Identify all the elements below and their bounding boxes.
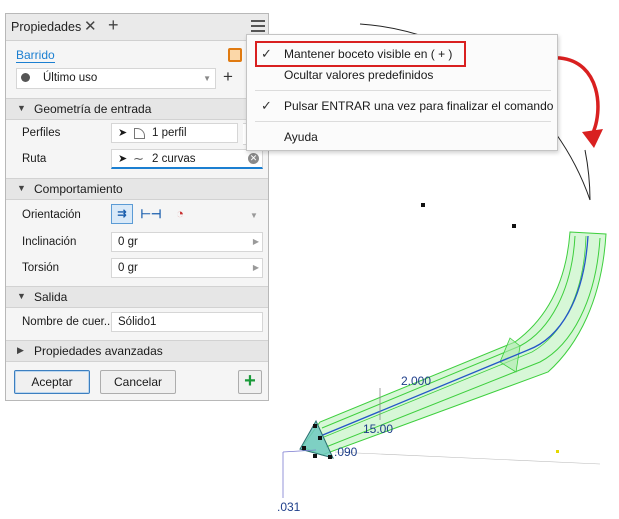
ok-button[interactable]: Aceptar bbox=[14, 370, 90, 394]
add-tab-icon[interactable]: + bbox=[108, 15, 119, 36]
sketch-point bbox=[512, 224, 516, 228]
cancel-button[interactable]: Cancelar bbox=[100, 370, 176, 394]
preset-select[interactable]: Último uso ▼ bbox=[16, 68, 216, 89]
curve-icon: ∼ bbox=[133, 151, 144, 166]
twist-label: Torsión bbox=[22, 262, 60, 274]
clock-icon bbox=[21, 73, 30, 82]
menu-item-label: Pulsar ENTRAR una vez para finalizar el … bbox=[284, 99, 554, 113]
panel-titlebar: Propiedades ✕ + bbox=[6, 14, 268, 41]
sketch-point bbox=[421, 203, 425, 207]
collapse-icon: ▼ bbox=[17, 183, 26, 193]
dimension-length[interactable]: 2.000 bbox=[401, 374, 431, 388]
menu-item-help[interactable]: Ayuda bbox=[247, 126, 557, 148]
menu-icon[interactable] bbox=[251, 20, 265, 32]
chevron-right-icon[interactable]: ▶ bbox=[253, 263, 259, 272]
preset-value: Último uso bbox=[43, 72, 98, 84]
close-icon[interactable]: ✕ bbox=[84, 17, 97, 35]
pointer-icon: ➤ bbox=[118, 127, 128, 139]
clear-icon[interactable]: ✕ bbox=[248, 153, 259, 164]
collapse-icon: ▼ bbox=[17, 103, 26, 113]
feature-link[interactable]: Barrido bbox=[16, 48, 55, 63]
body-name-input[interactable]: Sólido1 bbox=[111, 312, 263, 332]
profiles-value: 1 perfil bbox=[152, 127, 187, 139]
profiles-field[interactable]: ➤ 1 perfil bbox=[111, 123, 238, 143]
profile-shape-icon bbox=[134, 128, 145, 139]
twist-value: 0 gr bbox=[118, 262, 138, 274]
section-behavior[interactable]: ▼ Comportamiento bbox=[6, 178, 268, 200]
expand-icon: ▶ bbox=[17, 345, 24, 355]
properties-panel: Propiedades ✕ + Barrido Último uso ▼ + ▼… bbox=[5, 13, 269, 401]
dimension-small[interactable]: .031 bbox=[277, 500, 300, 514]
highlight-box bbox=[255, 41, 466, 67]
check-icon: ✓ bbox=[261, 98, 272, 113]
chevron-down-icon[interactable]: ▼ bbox=[250, 211, 258, 220]
chevron-down-icon: ▼ bbox=[203, 74, 211, 83]
profiles-label: Perfiles bbox=[22, 127, 61, 139]
dimension-angle[interactable]: 15.00 bbox=[363, 422, 393, 436]
taper-label: Inclinación bbox=[22, 236, 77, 248]
menu-divider bbox=[255, 121, 551, 122]
section-label: Geometría de entrada bbox=[34, 102, 152, 116]
apply-add-button[interactable]: + bbox=[238, 370, 262, 394]
dimension-offset[interactable]: .090 bbox=[334, 445, 357, 459]
collapse-icon: ▼ bbox=[17, 291, 26, 301]
section-label: Salida bbox=[34, 290, 68, 304]
menu-item-label: Ayuda bbox=[284, 130, 318, 144]
orientation-fixed-icon[interactable]: ⊢⊣ bbox=[140, 204, 162, 224]
taper-value: 0 gr bbox=[118, 236, 138, 248]
section-input-geometry[interactable]: ▼ Geometría de entrada bbox=[6, 98, 268, 120]
path-field[interactable]: ➤ ∼ 2 curvas ✕ bbox=[111, 149, 263, 169]
body-name-value: Sólido1 bbox=[118, 316, 157, 328]
body-name-label: Nombre de cuer... bbox=[22, 316, 114, 328]
twist-input[interactable]: 0 gr ▶ bbox=[111, 258, 263, 278]
sweep-preview bbox=[299, 231, 607, 459]
sweep-feature-icon bbox=[228, 48, 242, 62]
section-output[interactable]: ▼ Salida bbox=[6, 286, 268, 308]
orientation-path-icon[interactable]: ⇉ bbox=[111, 204, 133, 224]
menu-item-hide-presets[interactable]: Ocultar valores predefinidos bbox=[247, 64, 557, 86]
taper-input[interactable]: 0 gr ▶ bbox=[111, 232, 263, 252]
panel-title: Propiedades bbox=[11, 20, 82, 34]
section-advanced[interactable]: ▶ Propiedades avanzadas bbox=[6, 340, 268, 362]
chevron-right-icon[interactable]: ▶ bbox=[253, 237, 259, 246]
section-label: Propiedades avanzadas bbox=[34, 344, 163, 358]
orientation-label: Orientación bbox=[22, 209, 81, 221]
section-label: Comportamiento bbox=[34, 182, 123, 196]
menu-item-label: Ocultar valores predefinidos bbox=[284, 68, 434, 82]
path-label: Ruta bbox=[22, 153, 47, 165]
pointer-icon: ➤ bbox=[118, 153, 128, 165]
menu-item-enter-to-finish[interactable]: ✓ Pulsar ENTRAR una vez para finalizar e… bbox=[247, 95, 557, 117]
sketch-point bbox=[556, 450, 559, 453]
add-preset-icon[interactable]: + bbox=[223, 67, 233, 87]
path-value: 2 curvas bbox=[152, 153, 196, 165]
menu-divider bbox=[255, 90, 551, 91]
orientation-guide-icon[interactable]: ◔ bbox=[169, 204, 191, 224]
